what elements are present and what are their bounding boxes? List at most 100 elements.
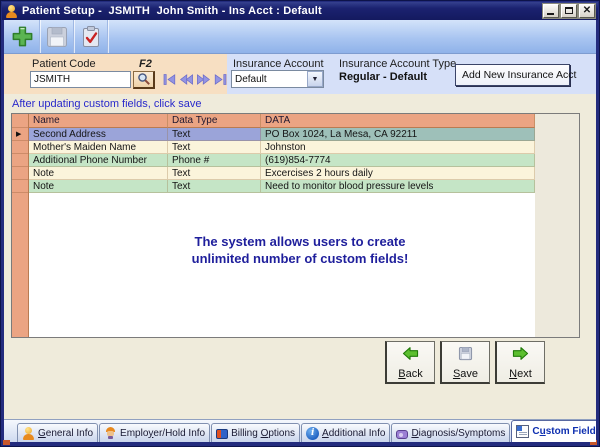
floppy-disk-icon bbox=[45, 25, 69, 49]
insurance-account-value: Default bbox=[232, 74, 307, 85]
patient-setup-window: Patient Setup - JSMITH John Smith - Ins … bbox=[0, 0, 600, 447]
next-button[interactable]: Next bbox=[495, 341, 545, 384]
insurance-account-type-label: Insurance Account Type bbox=[339, 58, 456, 70]
column-header: DATA bbox=[261, 114, 535, 128]
add-new-insurance-button[interactable]: Add New Insurance Acct bbox=[455, 64, 570, 86]
tab-label: Additional Info bbox=[322, 428, 385, 439]
window-controls: ✕ bbox=[543, 4, 595, 18]
tab-strip: General Info Employer/Hold Info Billing Op… bbox=[17, 420, 596, 442]
record-navigator bbox=[162, 73, 227, 85]
prev-record-icon bbox=[180, 74, 193, 85]
indicator-cell bbox=[12, 141, 28, 154]
grid-main: NameData TypeDATA Second AddressTextPO B… bbox=[29, 114, 535, 337]
tab-additional-info[interactable]: Additional Info bbox=[301, 423, 390, 442]
arrow-left-icon bbox=[402, 346, 419, 361]
custom-fields-grid: ▶ NameData TypeDATA Second AddressTextPO… bbox=[11, 113, 580, 338]
tab-custom-fields[interactable]: Custom Fields bbox=[511, 420, 596, 442]
cell: (619)854-7774 bbox=[261, 154, 535, 167]
grid-header: NameData TypeDATA bbox=[29, 114, 535, 128]
cell: Excercises 2 hours daily bbox=[261, 167, 535, 180]
previous-record-button[interactable] bbox=[179, 73, 193, 85]
form-icon bbox=[516, 425, 529, 438]
cell: Mother's Maiden Name bbox=[29, 141, 168, 154]
close-icon: ✕ bbox=[580, 5, 594, 17]
cell: Need to monitor blood pressure levels bbox=[261, 180, 535, 193]
next-record-icon bbox=[197, 74, 210, 85]
minimize-button[interactable] bbox=[543, 4, 559, 18]
insurance-account-type-value: Regular - Default bbox=[339, 71, 427, 83]
clipboard-check-icon bbox=[79, 25, 103, 49]
table-row[interactable]: Additional Phone NumberPhone #(619)854-7… bbox=[29, 154, 535, 167]
cell: Additional Phone Number bbox=[29, 154, 168, 167]
indicator-cell bbox=[12, 180, 28, 193]
window-body: Patient Code F2 bbox=[4, 20, 596, 442]
person-icon bbox=[22, 427, 35, 440]
add-patient-button[interactable] bbox=[8, 22, 37, 51]
tab-label: Billing Options bbox=[231, 428, 295, 439]
next-record-button[interactable] bbox=[196, 73, 210, 85]
patient-search-button[interactable] bbox=[133, 71, 155, 89]
grid-unused-area bbox=[535, 114, 579, 337]
cell: Phone # bbox=[168, 154, 261, 167]
magnifier-icon bbox=[137, 72, 151, 86]
back-button[interactable]: Back bbox=[385, 341, 435, 384]
dropdown-arrow-icon[interactable]: ▼ bbox=[307, 71, 323, 87]
cell: PO Box 1024, La Mesa, CA 92211 bbox=[261, 128, 535, 141]
toolbar bbox=[4, 20, 596, 54]
cell: Text bbox=[168, 128, 261, 141]
selected-row-arrow-icon: ▶ bbox=[16, 128, 21, 141]
patient-code-input[interactable] bbox=[30, 71, 131, 88]
first-record-button[interactable] bbox=[162, 73, 176, 85]
table-row[interactable]: Mother's Maiden NameTextJohnston bbox=[29, 141, 535, 154]
row-indicator-column: ▶ bbox=[12, 114, 29, 337]
grid-body: Second AddressTextPO Box 1024, La Mesa, … bbox=[29, 128, 535, 193]
tab-bar: General Info Employer/Hold Info Billing Op… bbox=[4, 419, 596, 442]
last-record-icon bbox=[214, 74, 227, 85]
mask-icon bbox=[396, 430, 408, 439]
tab-diagnosis-symptoms[interactable]: Diagnosis/Symptoms bbox=[391, 423, 510, 442]
close-button[interactable]: ✕ bbox=[579, 4, 595, 18]
tab-label: Employer/Hold Info bbox=[120, 428, 205, 439]
cell: Note bbox=[29, 180, 168, 193]
insurance-section: Insurance Account Default ▼ Insurance Ac… bbox=[227, 54, 596, 94]
cell: Text bbox=[168, 141, 261, 154]
patient-code-section: Patient Code F2 bbox=[4, 54, 227, 94]
first-record-icon bbox=[163, 74, 176, 85]
worker-icon bbox=[104, 427, 117, 440]
last-record-button[interactable] bbox=[213, 73, 227, 85]
next-button-label: Next bbox=[509, 368, 532, 380]
tab-employer-hold-info[interactable]: Employer/Hold Info bbox=[99, 423, 210, 442]
minimize-icon bbox=[547, 13, 554, 15]
indicator-cell bbox=[12, 167, 28, 180]
billing-icon bbox=[216, 429, 228, 439]
status-message: After updating custom fields, click save bbox=[12, 98, 202, 110]
table-row[interactable]: Second AddressTextPO Box 1024, La Mesa, … bbox=[29, 128, 535, 141]
insurance-account-label: Insurance Account bbox=[233, 58, 324, 70]
table-row[interactable]: NoteTextNeed to monitor blood pressure l… bbox=[29, 180, 535, 193]
cell: Second Address bbox=[29, 128, 168, 141]
app-icon bbox=[5, 5, 18, 18]
verify-button[interactable] bbox=[76, 22, 105, 51]
tab-general-info[interactable]: General Info bbox=[17, 423, 98, 442]
cell: Johnston bbox=[261, 141, 535, 154]
arrow-right-icon bbox=[512, 346, 529, 361]
toolbar-separator bbox=[107, 20, 108, 53]
column-header: Name bbox=[29, 114, 168, 128]
floppy-icon bbox=[458, 346, 473, 361]
cell: Text bbox=[168, 167, 261, 180]
column-header: Data Type bbox=[168, 114, 261, 128]
indicator-cell bbox=[12, 154, 28, 167]
save-button-label: Save bbox=[453, 368, 478, 380]
title-bar: Patient Setup - JSMITH John Smith - Ins … bbox=[2, 2, 598, 20]
tab-billing-options[interactable]: Billing Options bbox=[211, 423, 300, 442]
toolbar-separator bbox=[73, 20, 74, 53]
maximize-button[interactable] bbox=[561, 4, 577, 18]
insurance-account-select[interactable]: Default ▼ bbox=[231, 70, 324, 88]
tab-label: Custom Fields bbox=[532, 426, 596, 437]
resize-grip-left bbox=[3, 440, 10, 445]
patient-panel: Patient Code F2 bbox=[4, 54, 596, 94]
tab-label: Diagnosis/Symptoms bbox=[411, 428, 505, 439]
save-toolbar-button[interactable] bbox=[42, 22, 71, 51]
table-row[interactable]: NoteTextExcercises 2 hours daily bbox=[29, 167, 535, 180]
save-button[interactable]: Save bbox=[440, 341, 490, 384]
